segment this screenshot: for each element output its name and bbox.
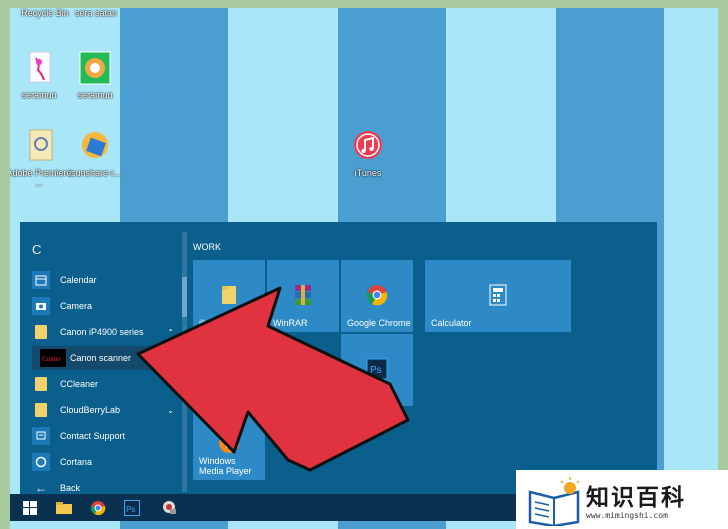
windows-start-icon[interactable] xyxy=(16,496,44,519)
red-arrow-annotation xyxy=(136,286,410,472)
photoshop-icon[interactable]: Ps xyxy=(118,496,146,519)
chrome-icon[interactable] xyxy=(84,496,112,519)
desktop-screen: Recycle Bin sera satan seramun seramun A… xyxy=(10,8,718,529)
watermark-title: 知识百科 xyxy=(586,485,686,511)
svg-text:Ps: Ps xyxy=(126,505,135,514)
app-icon[interactable] xyxy=(156,496,184,519)
watermark-url: www.mimingshi.com xyxy=(586,511,668,520)
book-lightbulb-logo-icon xyxy=(528,477,580,526)
watermark-brand: 知识百科 www.mimingshi.com xyxy=(516,470,728,529)
file-explorer-icon[interactable] xyxy=(50,496,78,519)
